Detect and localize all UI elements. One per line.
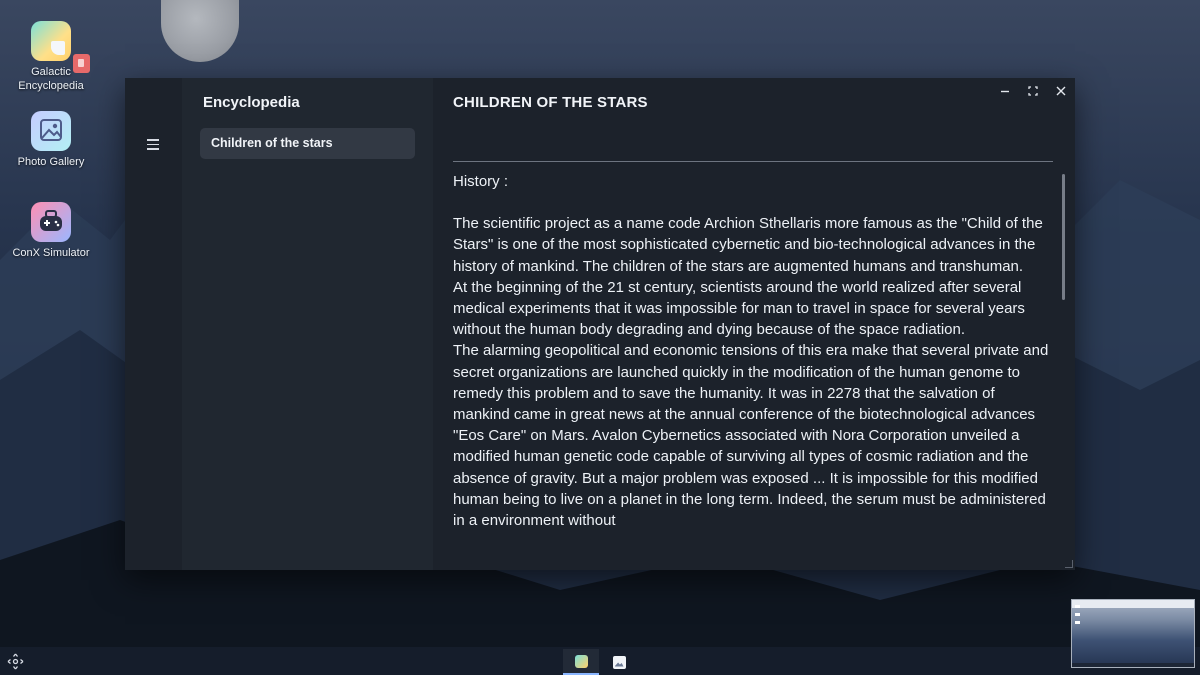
desktop-icon-photo-gallery[interactable]: Photo Gallery — [1, 111, 101, 169]
section-heading: History : — [453, 173, 509, 190]
resize-grip-icon[interactable] — [1065, 560, 1073, 568]
encyclopedia-window: Encyclopedia Children of the stars CHILD… — [125, 78, 1075, 570]
gamepad-app-icon — [31, 202, 71, 242]
desktop-icon-label-line2: Encyclopedia — [18, 80, 84, 92]
encyclopedia-app-icon — [31, 21, 71, 61]
photo-gallery-app-icon — [612, 655, 626, 669]
close-button[interactable] — [1047, 78, 1075, 104]
maximize-button[interactable] — [1019, 78, 1047, 104]
preview-top-strip — [1072, 600, 1194, 608]
hamburger-menu-icon[interactable] — [147, 139, 159, 150]
article-paragraph: At the beginning of the 21 st century, s… — [453, 278, 1025, 339]
photo-gallery-app-icon — [31, 111, 71, 151]
nav-item-children-of-the-stars[interactable]: Children of the stars — [200, 128, 415, 159]
article-pane: CHILDREN OF THE STARS History : The scie… — [433, 78, 1075, 570]
minimize-button[interactable] — [991, 78, 1019, 104]
preview-taskbar — [1072, 663, 1194, 667]
window-rail — [125, 78, 182, 570]
move-arrows-icon — [7, 653, 24, 670]
desktop-icon-conx-simulator[interactable]: ConX Simulator — [1, 202, 101, 260]
article-scrollbar[interactable] — [1062, 174, 1065, 300]
start-button[interactable] — [7, 653, 24, 670]
encyclopedia-app-icon — [574, 654, 588, 668]
nav-title: Encyclopedia — [203, 94, 300, 111]
article-paragraph: The alarming geopolitical and economic t… — [453, 342, 1049, 530]
desktop-preview-thumbnail[interactable] — [1071, 599, 1195, 668]
desktop-icon-label: Photo Gallery — [17, 156, 85, 168]
article-paragraph: The scientific project as a name code Ar… — [453, 215, 1043, 275]
article-body: History : The scientific project as a na… — [453, 171, 1055, 570]
taskbar-app-photo-gallery[interactable] — [601, 649, 637, 675]
desktop-icon-label: ConX Simulator — [12, 247, 90, 259]
close-icon — [1056, 86, 1066, 96]
title-divider — [453, 161, 1053, 162]
maximize-icon — [1028, 86, 1038, 96]
taskbar-app-galactic-encyclopedia[interactable] — [563, 649, 599, 675]
taskbar — [0, 647, 1200, 675]
pinned-badge-icon — [73, 54, 90, 73]
article-title: CHILDREN OF THE STARS — [453, 94, 648, 111]
navigation-pane: Encyclopedia Children of the stars — [182, 78, 433, 570]
minimize-icon — [1001, 90, 1009, 93]
window-controls — [991, 78, 1075, 104]
preview-desktop-icons — [1075, 605, 1080, 627]
